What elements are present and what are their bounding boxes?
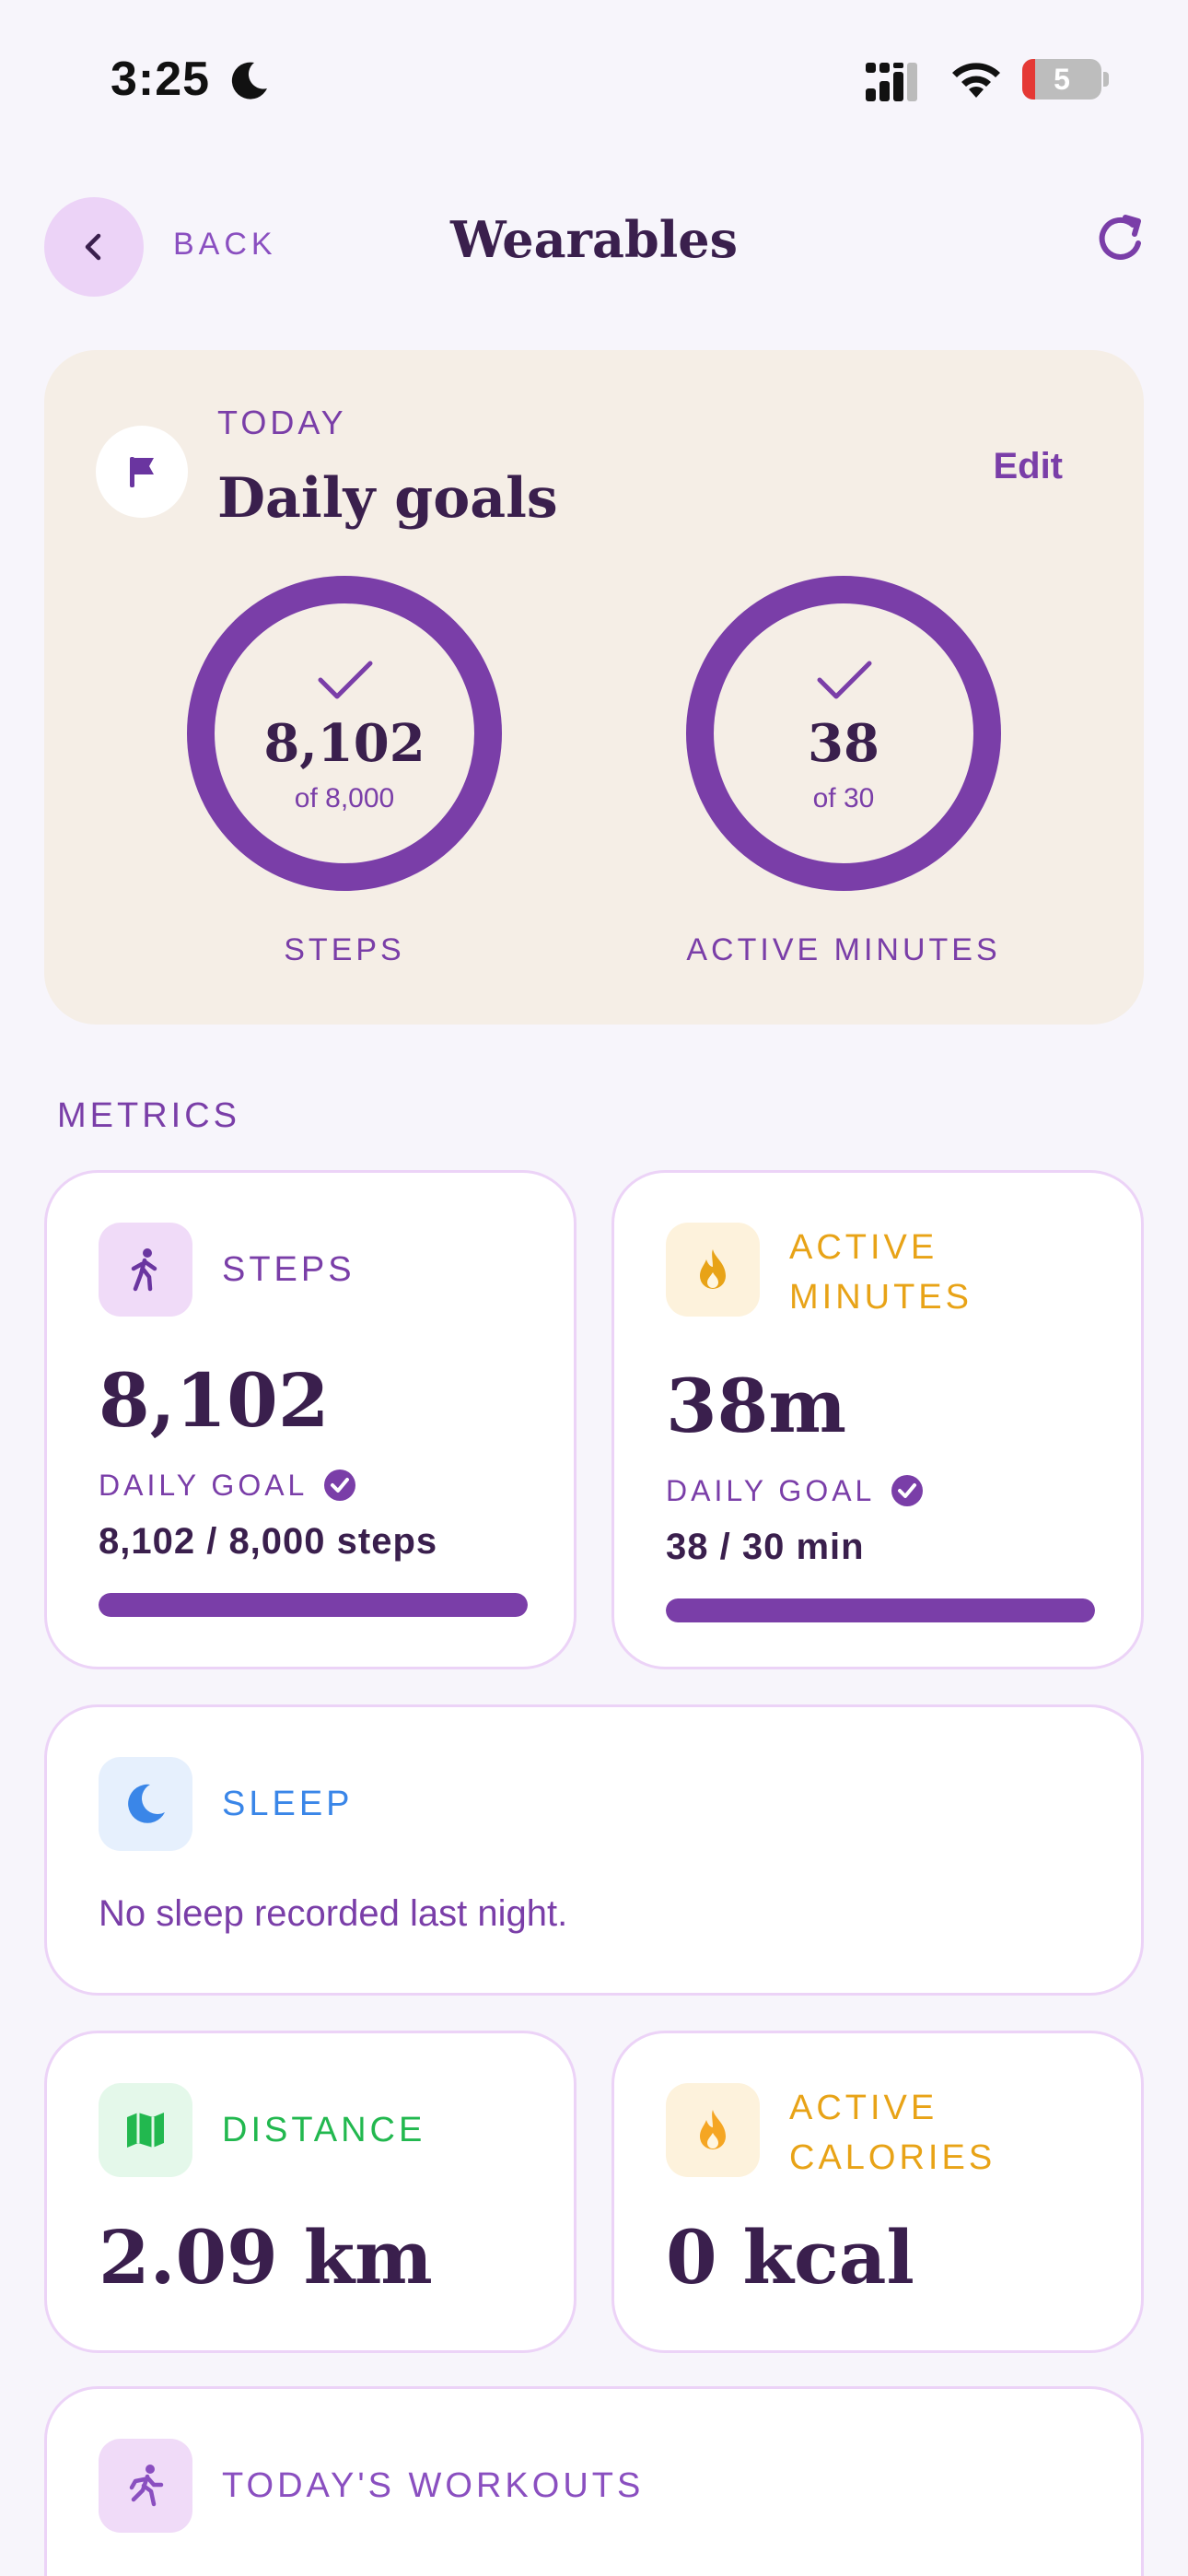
steps-icon-tile: [99, 1223, 192, 1317]
sleep-icon-tile: [99, 1757, 192, 1851]
flag-icon: [130, 457, 154, 487]
flame-icon: [700, 2110, 726, 2149]
active-minutes-progress-bar: [666, 1598, 1095, 1622]
checkmark-icon: [318, 661, 373, 699]
status-time: 3:25: [111, 53, 211, 106]
active-minutes-progress-fill: [666, 1598, 1095, 1622]
todays-workouts-label: TODAY'S WORKOUTS: [222, 2466, 645, 2505]
checkmark-icon: [817, 661, 872, 699]
edit-goals-button[interactable]: Edit: [993, 446, 1063, 487]
active-minutes-goal-label: DAILY GOAL: [666, 1473, 876, 1507]
active-minutes-icon-tile: [666, 1223, 760, 1317]
active-minutes-ring-target: of 30: [812, 783, 875, 814]
daily-goals-card: TODAY Daily goals Edit 8,102 of 8,000 ST…: [44, 350, 1144, 1025]
active-minutes-ring-label: ACTIVE MINUTES: [686, 932, 1001, 967]
today-overline: TODAY: [217, 404, 347, 441]
active-minutes-ring-value: 38: [808, 713, 879, 774]
distance-icon-tile: [99, 2083, 192, 2177]
workouts-icon-tile: [99, 2439, 192, 2533]
active-calories-metric-card[interactable]: ACTIVE CALORIES 0 kcal: [611, 2031, 1144, 2353]
do-not-disturb-moon-icon: [231, 62, 267, 100]
steps-progress-fill: [99, 1593, 528, 1617]
steps-progress-bar: [99, 1593, 528, 1617]
steps-ring-value: 8,102: [263, 713, 425, 774]
flag-badge: [96, 426, 188, 518]
battery-level: 5: [1054, 63, 1070, 96]
active-calories-icon-tile: [666, 2083, 760, 2177]
active-minutes-goal-ring: 38 of 30: [685, 575, 1002, 892]
active-calories-label: ACTIVE CALORIES: [789, 2083, 996, 2183]
metrics-section-label: METRICS: [57, 1096, 240, 1135]
steps-ring-target: of 8,000: [294, 783, 395, 814]
refresh-icon[interactable]: [1092, 210, 1151, 269]
daily-goals-title: Daily goals: [217, 466, 558, 531]
steps-goal-row: DAILY GOAL: [99, 1468, 357, 1503]
steps-label: STEPS: [222, 1250, 355, 1289]
sleep-label: SLEEP: [222, 1785, 354, 1823]
todays-workouts-card[interactable]: TODAY'S WORKOUTS: [44, 2386, 1144, 2576]
active-minutes-value: 38m: [666, 1363, 846, 1449]
active-minutes-goal-progress-text: 38 / 30 min: [666, 1527, 865, 1567]
steps-goal-ring: 8,102 of 8,000: [186, 575, 503, 892]
check-circle-icon: [324, 1469, 356, 1501]
moon-icon: [128, 1784, 165, 1823]
wifi-icon: [952, 63, 1000, 98]
status-bar: 3:25 5: [0, 0, 1188, 157]
battery-indicator: 5: [1022, 59, 1109, 100]
distance-label: DISTANCE: [222, 2111, 426, 2149]
active-minutes-label: ACTIVE MINUTES: [789, 1223, 973, 1322]
active-minutes-label-line1: ACTIVE: [789, 1228, 938, 1267]
active-minutes-metric-card[interactable]: ACTIVE MINUTES 38m DAILY GOAL 38 / 30 min: [611, 1170, 1144, 1669]
active-calories-value: 0 kcal: [666, 2214, 914, 2301]
sleep-empty-message: No sleep recorded last night.: [99, 1893, 568, 1934]
active-calories-label-line1: ACTIVE: [789, 2089, 938, 2127]
steps-metric-card[interactable]: STEPS 8,102 DAILY GOAL 8,102 / 8,000 ste…: [44, 1170, 577, 1669]
distance-value: 2.09 km: [99, 2214, 433, 2301]
running-person-icon: [129, 2465, 164, 2507]
steps-goal-label: DAILY GOAL: [99, 1468, 309, 1502]
distance-metric-card[interactable]: DISTANCE 2.09 km: [44, 2031, 577, 2353]
steps-ring-label: STEPS: [284, 932, 405, 967]
steps-goal-progress-text: 8,102 / 8,000 steps: [99, 1521, 438, 1562]
cellular-signal-icon: [866, 63, 917, 101]
walking-person-icon: [131, 1248, 157, 1292]
active-minutes-goal-row: DAILY GOAL: [666, 1473, 925, 1508]
active-calories-label-line2: CALORIES: [789, 2138, 996, 2177]
sleep-metric-card[interactable]: SLEEP No sleep recorded last night.: [44, 1704, 1144, 1996]
steps-value: 8,102: [99, 1357, 330, 1444]
check-circle-icon: [891, 1475, 924, 1506]
map-icon: [127, 2113, 164, 2148]
active-minutes-label-line2: MINUTES: [789, 1278, 973, 1317]
page-title: Wearables: [449, 210, 739, 269]
flame-icon: [700, 1249, 726, 1289]
